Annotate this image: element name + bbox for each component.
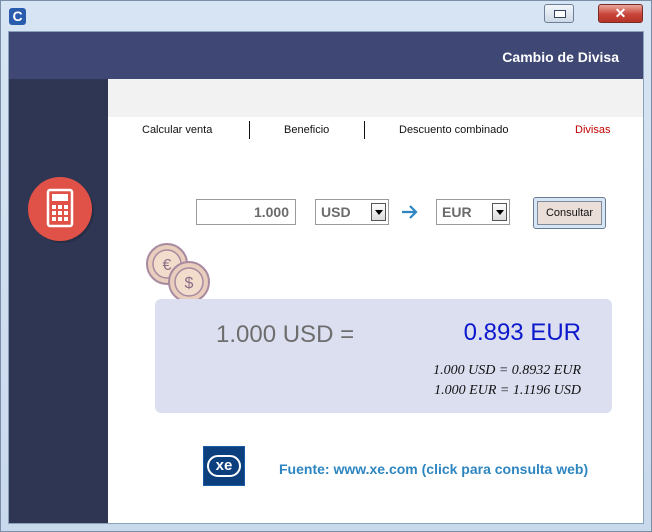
xe-logo[interactable]: xe <box>203 446 245 486</box>
chevron-down-icon <box>375 210 383 215</box>
amount-input[interactable]: 1.000 <box>196 199 296 225</box>
to-currency-select[interactable]: EUR <box>436 199 510 225</box>
tab-separator <box>249 121 250 139</box>
calculator-icon <box>46 188 74 228</box>
tab-beneficio[interactable]: Beneficio <box>284 124 329 136</box>
close-button[interactable]: ✕ <box>598 4 643 23</box>
result-source-amount: 1.000 USD = <box>216 321 355 348</box>
tab-divisas[interactable]: Divisas <box>575 124 610 136</box>
tab-descuento-combinado[interactable]: Descuento combinado <box>399 124 508 136</box>
from-currency-value: USD <box>321 204 351 220</box>
dropdown-button[interactable] <box>371 203 386 221</box>
from-currency-select[interactable]: USD <box>315 199 389 225</box>
rate-forward: 1.000 USD = 0.8932 EUR <box>433 363 581 378</box>
page-title: Cambio de Divisa <box>502 49 619 65</box>
consultar-button[interactable]: Consultar <box>533 197 606 229</box>
tab-separator <box>364 121 365 139</box>
arrow-right-icon <box>402 205 418 219</box>
consultar-button-label: Consultar <box>537 201 602 225</box>
chevron-down-icon <box>496 210 504 215</box>
app-icon: C <box>9 8 26 25</box>
source-link[interactable]: Fuente: www.xe.com (click para consulta … <box>279 461 588 477</box>
tab-calcular-venta[interactable]: Calcular venta <box>142 124 212 136</box>
dropdown-button[interactable] <box>492 203 507 221</box>
sidebar <box>9 79 108 523</box>
calculator-badge <box>28 177 92 241</box>
header-bar: Cambio de Divisa <box>9 32 643 79</box>
app-window: C ✕ Cambio de Divisa Calcular venta Bene… <box>0 0 652 532</box>
svg-text:$: $ <box>185 275 194 292</box>
restore-icon <box>554 10 566 18</box>
rate-reverse: 1.000 EUR = 1.1196 USD <box>434 383 581 398</box>
client-area: Cambio de Divisa Calcular venta Benefici… <box>8 31 644 524</box>
sub-toolbar <box>108 79 643 117</box>
title-bar[interactable]: C ✕ <box>1 1 651 31</box>
svg-text:€: € <box>163 257 172 274</box>
result-panel: 1.000 USD = 0.893 EUR 1.000 USD = 0.8932… <box>155 299 612 413</box>
coins-icon: € $ <box>146 243 210 303</box>
tab-strip: Calcular venta Beneficio Descuento combi… <box>108 117 643 143</box>
restore-button[interactable] <box>544 4 574 23</box>
to-currency-value: EUR <box>442 204 472 220</box>
xe-logo-text: xe <box>207 455 241 477</box>
result-converted-amount: 0.893 EUR <box>463 319 581 346</box>
